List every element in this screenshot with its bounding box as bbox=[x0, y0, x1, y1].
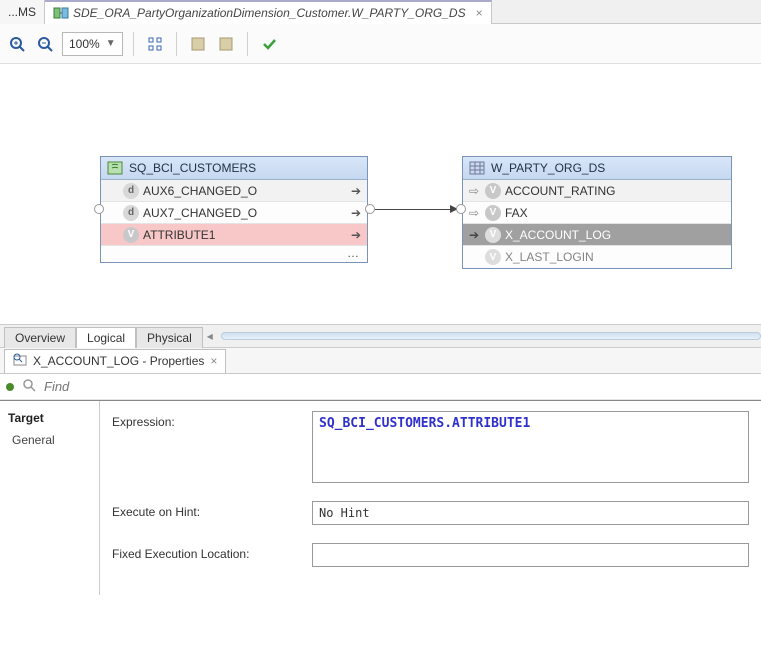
output-port[interactable] bbox=[365, 204, 375, 214]
close-icon[interactable]: × bbox=[476, 6, 483, 20]
fixed-location-field[interactable] bbox=[312, 543, 749, 567]
more-rows-icon[interactable]: … bbox=[101, 246, 367, 262]
prev-tab-label: ...MS bbox=[8, 5, 36, 19]
target-row-label: ACCOUNT_RATING bbox=[505, 184, 615, 198]
source-row-label: AUX7_CHANGED_O bbox=[143, 206, 257, 220]
target-row[interactable]: ⇨ V FAX bbox=[463, 202, 731, 224]
column-type-badge: V bbox=[123, 227, 139, 243]
input-arrow-icon: ⇨ bbox=[467, 184, 481, 198]
zoom-value: 100% bbox=[69, 37, 100, 51]
source-node-title: SQ_BCI_CUSTOMERS bbox=[129, 161, 256, 175]
column-type-badge: V bbox=[485, 249, 501, 265]
target-node-title: W_PARTY_ORG_DS bbox=[491, 161, 605, 175]
find-input[interactable] bbox=[44, 379, 755, 394]
label-expression: Expression: bbox=[112, 411, 302, 429]
target-row[interactable]: ⇨ V ACCOUNT_RATING bbox=[463, 180, 731, 202]
zoom-combo[interactable]: 100% ▼ bbox=[62, 32, 123, 56]
zoom-out-button[interactable] bbox=[34, 33, 56, 55]
mapping-edge[interactable] bbox=[375, 209, 450, 210]
find-bar bbox=[0, 374, 761, 400]
target-node-header[interactable]: W_PARTY_ORG_DS bbox=[463, 157, 731, 180]
close-icon[interactable]: × bbox=[210, 354, 217, 368]
view-scrollbar[interactable] bbox=[221, 332, 761, 340]
execute-hint-field[interactable]: No Hint bbox=[312, 501, 749, 525]
output-arrow-icon: ➔ bbox=[349, 228, 363, 242]
target-row-label: X_ACCOUNT_LOG bbox=[505, 228, 611, 242]
row-execute-hint: Execute on Hint: No Hint bbox=[112, 501, 749, 525]
separator bbox=[133, 32, 134, 56]
properties-tabbar: X_ACCOUNT_LOG - Properties × bbox=[0, 348, 761, 374]
properties-tab-title: X_ACCOUNT_LOG - Properties bbox=[33, 354, 204, 368]
mapping-icon bbox=[53, 5, 69, 21]
input-port[interactable] bbox=[94, 204, 104, 214]
chevron-down-icon: ▼ bbox=[106, 38, 116, 49]
properties-body: Target General Expression: SQ_BCI_CUSTOM… bbox=[0, 400, 761, 595]
source-row-selected[interactable]: V ATTRIBUTE1 ➔ bbox=[101, 224, 367, 246]
target-row-selected[interactable]: ➔ V X_ACCOUNT_LOG bbox=[463, 224, 731, 246]
column-type-badge: d bbox=[123, 205, 139, 221]
status-dot-icon bbox=[6, 383, 14, 391]
row-expression: Expression: SQ_BCI_CUSTOMERS.ATTRIBUTE1 bbox=[112, 411, 749, 483]
tab-physical[interactable]: Physical bbox=[136, 327, 203, 348]
layout-button-1[interactable] bbox=[187, 33, 209, 55]
source-row[interactable]: d AUX6_CHANGED_O ➔ bbox=[101, 180, 367, 202]
source-node[interactable]: SQ_BCI_CUSTOMERS d AUX6_CHANGED_O ➔ d AU… bbox=[100, 156, 368, 263]
label-execute-hint: Execute on Hint: bbox=[112, 501, 302, 519]
datastore-icon bbox=[107, 160, 123, 176]
properties-tab[interactable]: X_ACCOUNT_LOG - Properties × bbox=[4, 349, 226, 373]
prev-tab[interactable]: ...MS bbox=[0, 0, 45, 24]
label-fixed-location: Fixed Execution Location: bbox=[112, 543, 302, 561]
tab-label: Physical bbox=[147, 331, 192, 345]
toolbar: 100% ▼ bbox=[0, 24, 761, 64]
table-icon bbox=[469, 160, 485, 176]
fit-button[interactable] bbox=[144, 33, 166, 55]
output-arrow-icon: ➔ bbox=[349, 206, 363, 220]
source-node-header[interactable]: SQ_BCI_CUSTOMERS bbox=[101, 157, 367, 180]
expression-field[interactable]: SQ_BCI_CUSTOMERS.ATTRIBUTE1 bbox=[312, 411, 749, 483]
target-row-label: FAX bbox=[505, 206, 528, 220]
input-port[interactable] bbox=[456, 204, 466, 214]
column-type-badge: V bbox=[485, 205, 501, 221]
mapping-canvas[interactable]: SQ_BCI_CUSTOMERS d AUX6_CHANGED_O ➔ d AU… bbox=[0, 64, 761, 324]
row-fixed-location: Fixed Execution Location: bbox=[112, 543, 749, 567]
tab-label: Logical bbox=[87, 331, 125, 345]
validate-button[interactable] bbox=[258, 33, 280, 55]
search-icon bbox=[22, 378, 36, 395]
properties-sidebar: Target General bbox=[0, 401, 100, 595]
view-tabs: Overview Logical Physical ◂ bbox=[0, 324, 761, 348]
column-type-badge: d bbox=[123, 183, 139, 199]
tab-label: Overview bbox=[15, 331, 65, 345]
source-row-label: ATTRIBUTE1 bbox=[143, 228, 215, 242]
properties-icon bbox=[13, 353, 27, 370]
separator bbox=[247, 32, 248, 56]
output-arrow-icon: ➔ bbox=[349, 184, 363, 198]
target-row[interactable]: V X_LAST_LOGIN bbox=[463, 246, 731, 268]
active-tab[interactable]: SDE_ORA_PartyOrganizationDimension_Custo… bbox=[45, 0, 492, 24]
scroll-left-icon[interactable]: ◂ bbox=[207, 329, 213, 343]
separator bbox=[176, 32, 177, 56]
column-type-badge: V bbox=[485, 227, 501, 243]
source-row-label: AUX6_CHANGED_O bbox=[143, 184, 257, 198]
tab-overview[interactable]: Overview bbox=[4, 327, 76, 348]
zoom-in-button[interactable] bbox=[6, 33, 28, 55]
column-type-badge: V bbox=[485, 183, 501, 199]
editor-tabbar: ...MS SDE_ORA_PartyOrganizationDimension… bbox=[0, 0, 761, 24]
tab-logical[interactable]: Logical bbox=[76, 327, 136, 348]
source-row[interactable]: d AUX7_CHANGED_O ➔ bbox=[101, 202, 367, 224]
section-title-target: Target bbox=[6, 407, 93, 429]
input-arrow-icon: ⇨ bbox=[467, 206, 481, 220]
properties-form: Expression: SQ_BCI_CUSTOMERS.ATTRIBUTE1 … bbox=[100, 401, 761, 595]
layout-button-2[interactable] bbox=[215, 33, 237, 55]
active-tab-label: SDE_ORA_PartyOrganizationDimension_Custo… bbox=[73, 6, 466, 20]
input-arrow-icon: ➔ bbox=[467, 228, 481, 242]
section-item-general[interactable]: General bbox=[6, 429, 93, 451]
target-node[interactable]: W_PARTY_ORG_DS ⇨ V ACCOUNT_RATING ⇨ V FA… bbox=[462, 156, 732, 269]
target-row-label: X_LAST_LOGIN bbox=[505, 250, 594, 264]
